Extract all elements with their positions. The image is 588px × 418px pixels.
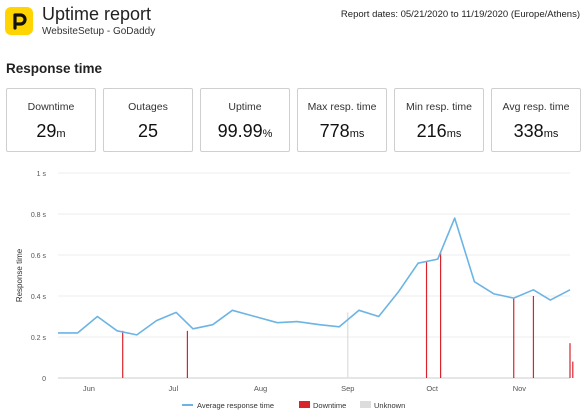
x-tick-label: Oct — [426, 384, 439, 393]
stat-card-uptime: Uptime 99.99% — [200, 88, 290, 152]
legend-swatch-downtime — [299, 401, 310, 408]
stat-unit: m — [56, 128, 66, 140]
stat-label: Uptime — [228, 101, 262, 113]
stat-number: 778 — [319, 121, 350, 141]
report-title: Uptime report — [42, 4, 152, 24]
y-tick-label: 0.8 s — [31, 212, 47, 219]
response-time-line — [58, 217, 571, 336]
legend-swatch-unknown — [360, 401, 371, 408]
stat-value: 25 — [104, 121, 192, 142]
stat-value: 338ms — [492, 121, 580, 142]
section-title: Response time — [6, 61, 103, 76]
stat-card-avg-resp: Avg resp. time 338ms — [491, 88, 581, 152]
chart-svg: 0 0.2 s 0.4 s 0.6 s 0.8 s 1 s Jun Jul Aug Sep Oct N… — [15, 171, 574, 410]
stat-card-min-resp: Min resp. time 216ms — [394, 88, 484, 152]
stat-value: 29m — [7, 121, 95, 142]
stat-label: Avg resp. time — [502, 101, 570, 113]
legend-label-response: Average response time — [197, 401, 274, 410]
stat-number: 29 — [36, 121, 57, 141]
report-dates: Report dates: 05/21/2020 to 11/19/2020 (… — [340, 9, 580, 20]
x-tick-label: Aug — [254, 384, 267, 393]
stat-value: 216ms — [395, 121, 483, 142]
stat-value: 778ms — [298, 121, 386, 142]
y-axis-label: Response time — [15, 248, 24, 302]
stat-card-outages: Outages 25 — [103, 88, 193, 152]
report-subtitle: WebsiteSetup - GoDaddy — [42, 26, 156, 37]
stat-number: 99.99 — [217, 121, 263, 141]
x-tick-label: Nov — [513, 384, 527, 393]
y-tick-label: 0.2 s — [31, 335, 47, 342]
y-tick-label: 0 — [42, 376, 46, 383]
x-tick-label: Sep — [341, 384, 354, 393]
stat-number: 216 — [416, 121, 447, 141]
x-tick-label: Jul — [169, 384, 179, 393]
stat-label: Downtime — [27, 101, 75, 113]
pingdom-logo-icon — [5, 7, 33, 35]
stat-label: Max resp. time — [307, 101, 377, 113]
legend-label-downtime: Downtime — [313, 401, 346, 410]
y-tick-label: 0.4 s — [31, 294, 47, 301]
stat-unit: ms — [446, 128, 462, 140]
legend-label-unknown: Unknown — [374, 401, 405, 410]
stat-unit: % — [262, 128, 273, 140]
stat-unit: ms — [543, 128, 559, 140]
stat-value: 99.99% — [201, 121, 289, 142]
stat-label: Outages — [128, 101, 168, 113]
y-tick-label: 1 s — [37, 171, 47, 178]
report-header: Uptime report WebsiteSetup - GoDaddy Rep… — [0, 0, 588, 48]
stat-unit: ms — [349, 128, 365, 140]
stat-card-max-resp: Max resp. time 778ms — [297, 88, 387, 152]
stat-number: 338 — [513, 121, 544, 141]
x-tick-label: Jun — [83, 384, 95, 393]
stat-card-downtime: Downtime 29m — [6, 88, 96, 152]
response-time-chart: 0 0.2 s 0.4 s 0.6 s 0.8 s 1 s Jun Jul Aug Sep Oct N… — [0, 160, 588, 418]
y-tick-label: 0.6 s — [31, 253, 47, 260]
stat-label: Min resp. time — [406, 101, 472, 113]
stats-row: Downtime 29m Outages 25 Uptime 99.99% Ma… — [6, 88, 582, 152]
stat-number: 25 — [137, 121, 159, 141]
